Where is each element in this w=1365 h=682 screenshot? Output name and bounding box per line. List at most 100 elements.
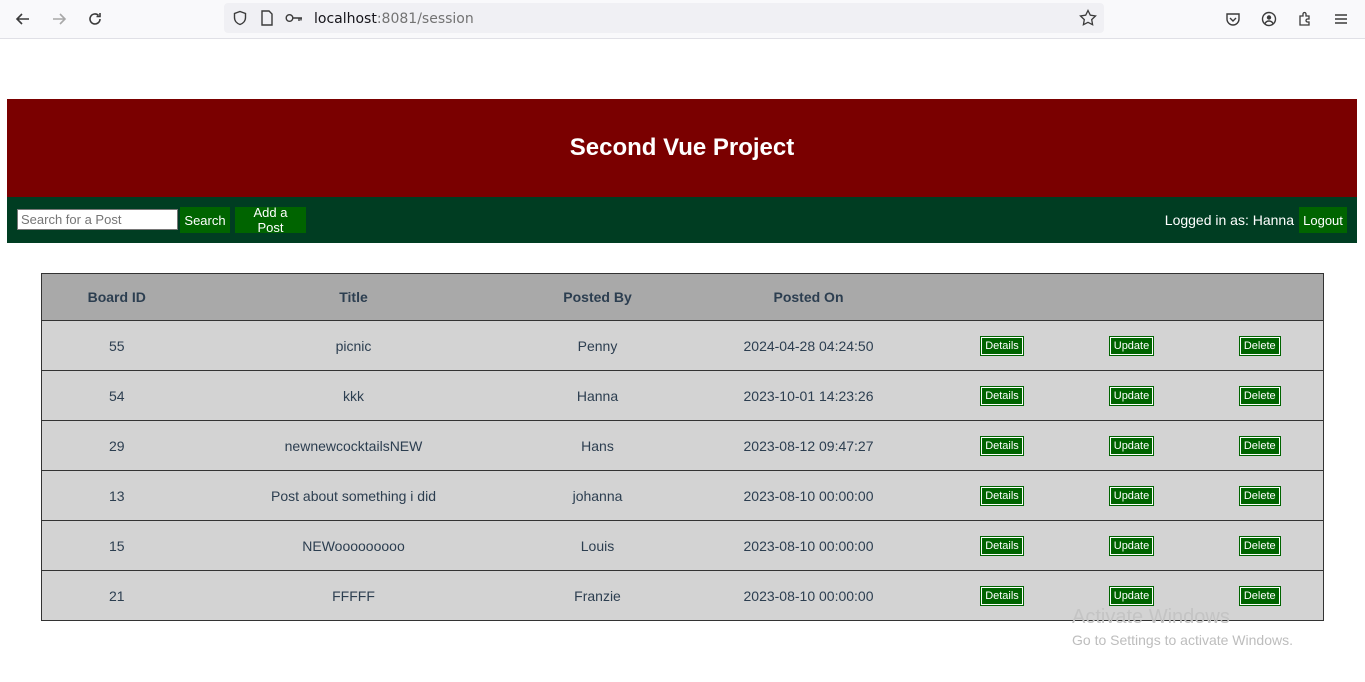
cell-title: newnewcocktailsNEW [284,437,423,454]
delete-button[interactable]: Delete [1238,486,1281,506]
shield-icon[interactable] [231,9,249,27]
cell-posted-by: Penny [577,337,618,354]
cell-posted-by: Franzie [574,587,621,604]
posts-table: Board ID Title Posted By Posted On 55 pi… [41,273,1324,621]
search-button[interactable]: Search [180,207,230,233]
cell-board-id: 13 [108,487,125,504]
app-header-banner: Second Vue Project [7,99,1357,197]
cell-update: Update [1067,321,1197,371]
cell-delete: Delete [1197,321,1324,371]
column-header-update [1067,274,1197,321]
delete-button[interactable]: Delete [1238,586,1281,606]
details-button[interactable]: Details [980,536,1024,556]
key-icon[interactable] [285,9,303,27]
account-icon[interactable] [1257,7,1281,31]
cell-board-id: 29 [108,437,125,454]
url-bar[interactable]: localhost:8081/session [224,3,1104,33]
cell-posted-by: johanna [572,487,623,504]
cell-delete: Delete [1197,421,1324,471]
cell-delete: Delete [1197,521,1324,571]
table-row: 55 picnic Penny 2024-04-28 04:24:50 Deta… [41,320,1324,371]
details-button[interactable]: Details [980,586,1024,606]
extensions-icon[interactable] [1293,7,1317,31]
cell-posted-on: 2024-04-28 04:24:50 [743,337,874,354]
star-icon[interactable] [1079,9,1097,27]
cell-details: Details [938,421,1067,471]
pocket-icon[interactable] [1221,7,1245,31]
cell-title: Post about something i did [271,487,436,504]
menu-icon[interactable] [1329,7,1353,31]
column-header-delete [1197,274,1324,321]
back-arrow-icon[interactable] [11,7,35,31]
cell-details: Details [938,571,1067,621]
watermark-title: Activate Windows [1072,606,1230,628]
logged-in-text: Logged in as: Hanna [1164,212,1294,228]
cell-details: Details [938,471,1067,521]
cell-details: Details [938,521,1067,571]
cell-posted-by: Louis [580,537,615,554]
cell-posted-on: 2023-08-12 09:47:27 [743,437,874,454]
cell-title: picnic [335,337,372,354]
url-text[interactable]: localhost:8081/session [314,11,474,27]
cell-posted-on: 2023-08-10 00:00:00 [743,487,874,504]
table-row: 29 newnewcocktailsNEW Hans 2023-08-12 09… [41,420,1324,471]
delete-button[interactable]: Delete [1238,536,1281,556]
reload-icon[interactable] [83,7,107,31]
delete-button[interactable]: Delete [1238,336,1281,356]
update-button[interactable]: Update [1108,586,1155,606]
cell-posted-by: Hanna [576,387,619,404]
cell-posted-on: 2023-08-10 00:00:00 [743,537,874,554]
page-title: Second Vue Project [569,134,795,161]
cell-board-id: 15 [108,537,125,554]
cell-update: Update [1067,521,1197,571]
cell-board-id: 21 [108,587,125,604]
nav-bar: Search Add a Post Logged in as: Hanna Lo… [7,197,1357,243]
logout-button[interactable]: Logout [1299,207,1347,233]
cell-update: Update [1067,371,1197,421]
cell-delete: Delete [1197,371,1324,421]
cell-board-id: 55 [108,337,125,354]
delete-button[interactable]: Delete [1238,386,1281,406]
table-row: 15 NEWooooooooo Louis 2023-08-10 00:00:0… [41,520,1324,571]
update-button[interactable]: Update [1108,436,1155,456]
cell-posted-on: 2023-10-01 14:23:26 [743,387,874,404]
url-host: localhost [314,11,377,27]
cell-title: FFFFF [332,587,375,604]
cell-posted-on: 2023-08-10 00:00:00 [743,587,874,604]
column-header-details [938,274,1067,321]
table-row: 54 kkk Hanna 2023-10-01 14:23:26 Details… [41,370,1324,421]
details-button[interactable]: Details [980,336,1024,356]
update-button[interactable]: Update [1108,386,1155,406]
cell-title: kkk [343,387,364,404]
details-button[interactable]: Details [980,436,1024,456]
column-header-posted-by: Posted By [563,289,632,305]
cell-update: Update [1067,471,1197,521]
page-icon [258,9,276,27]
column-header-board-id: Board ID [87,289,146,305]
cell-delete: Delete [1197,471,1324,521]
update-button[interactable]: Update [1108,486,1155,506]
column-header-title: Title [339,289,368,305]
table-row: 13 Post about something i did johanna 20… [41,470,1324,521]
cell-details: Details [938,321,1067,371]
search-input[interactable] [17,209,178,230]
update-button[interactable]: Update [1108,336,1155,356]
browser-toolbar: localhost:8081/session [0,0,1365,39]
cell-details: Details [938,371,1067,421]
posts-table-container: Board ID Title Posted By Posted On 55 pi… [41,273,1324,621]
column-header-posted-on: Posted On [773,289,844,305]
table-header-row: Board ID Title Posted By Posted On [41,273,1324,321]
cell-title: NEWooooooooo [302,537,405,554]
watermark-subtitle: Go to Settings to activate Windows. [1072,632,1293,648]
details-button[interactable]: Details [980,386,1024,406]
cell-board-id: 54 [108,387,125,404]
activate-windows-watermark: Activate Windows Go to Settings to activ… [1072,606,1293,648]
update-button[interactable]: Update [1108,536,1155,556]
url-path: :8081/session [376,11,474,27]
delete-button[interactable]: Delete [1238,436,1281,456]
details-button[interactable]: Details [980,486,1024,506]
cell-update: Update [1067,421,1197,471]
add-post-button[interactable]: Add a Post [235,205,306,235]
cell-posted-by: Hans [581,437,614,454]
forward-arrow-icon[interactable] [47,7,71,31]
